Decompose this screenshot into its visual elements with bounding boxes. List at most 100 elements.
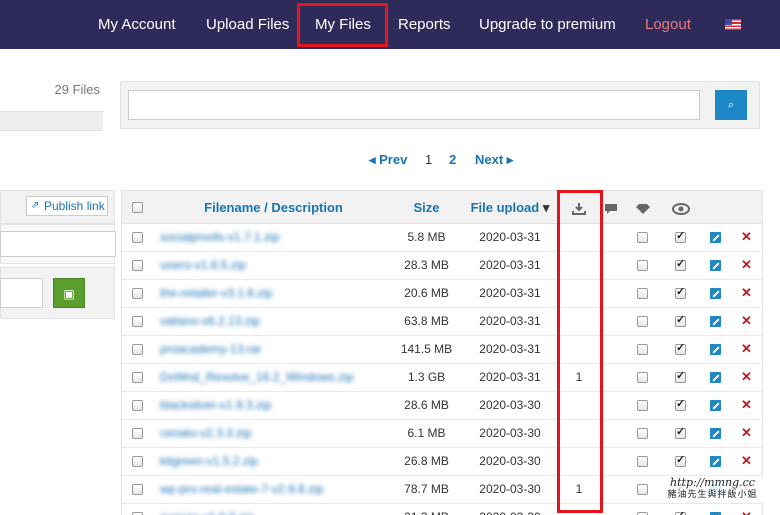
table-row: avanza-v1.0.0.zip 21.3 MB2020-03-30 ✕ xyxy=(122,504,762,515)
delete-icon[interactable]: ✕ xyxy=(741,509,752,515)
premium-checkbox[interactable] xyxy=(637,428,648,439)
premium-checkbox[interactable] xyxy=(637,260,648,271)
file-size: 78.7 MB xyxy=(404,482,449,496)
search-input[interactable] xyxy=(128,90,700,120)
row-select-checkbox[interactable] xyxy=(132,484,143,495)
file-name-link[interactable]: kitgreen-v1.5.2.zip xyxy=(160,448,258,475)
select-all-checkbox[interactable] xyxy=(132,202,143,213)
table-row: DxWnd_Resolve_16.2_Windows.zip 1.3 GB 2020… xyxy=(122,364,762,392)
file-size: 20.6 MB xyxy=(404,286,449,300)
premium-checkbox[interactable] xyxy=(637,344,648,355)
file-name-link[interactable]: wp-pro-real-estate-7-v2.9.8.zip xyxy=(160,476,323,503)
row-select-checkbox[interactable] xyxy=(132,260,143,271)
visible-checkbox[interactable] xyxy=(675,257,686,271)
row-select-checkbox[interactable] xyxy=(132,344,143,355)
size-header[interactable]: Size xyxy=(393,191,460,225)
row-select-checkbox[interactable] xyxy=(132,456,143,467)
file-size: 26.8 MB xyxy=(404,454,449,468)
visible-checkbox[interactable] xyxy=(675,229,686,243)
edit-icon[interactable] xyxy=(710,316,721,327)
delete-icon[interactable]: ✕ xyxy=(741,257,752,273)
edit-icon[interactable] xyxy=(710,232,721,243)
upload-date: 2020-03-30 xyxy=(479,398,541,412)
delete-icon[interactable]: ✕ xyxy=(741,397,752,413)
link-field[interactable] xyxy=(0,231,116,257)
nav-upload-files[interactable]: Upload Files xyxy=(206,0,289,49)
edit-icon[interactable] xyxy=(710,372,721,383)
file-count: 29 Files xyxy=(54,82,100,97)
upload-date: 2020-03-30 xyxy=(479,454,541,468)
upload-date: 2020-03-30 xyxy=(460,504,560,515)
row-select-checkbox[interactable] xyxy=(132,400,143,411)
premium-checkbox[interactable] xyxy=(637,372,648,383)
table-row: proacademy-13.rar 141.5 MB 2020-03-31 ✕ xyxy=(122,336,762,364)
edit-icon[interactable] xyxy=(710,456,721,467)
file-name-link[interactable]: blacksilver-v1.9.3.zip xyxy=(160,392,271,419)
file-name-link[interactable]: the-retailer-v3.1.6.zip xyxy=(160,280,273,307)
pagination-prev[interactable]: ◂ Prev xyxy=(369,152,407,168)
delete-icon[interactable]: ✕ xyxy=(741,425,752,441)
file-name-link[interactable]: socialproofs-v1.7.1.zip xyxy=(160,224,279,251)
us-flag-icon[interactable] xyxy=(725,19,741,30)
row-select-checkbox[interactable] xyxy=(132,316,143,327)
pagination-next[interactable]: Next ▸ xyxy=(475,152,513,168)
diamond-icon[interactable] xyxy=(624,191,662,225)
visible-checkbox[interactable] xyxy=(675,397,686,411)
delete-icon[interactable]: ✕ xyxy=(741,229,752,245)
eye-icon[interactable] xyxy=(662,191,700,225)
file-name-link[interactable]: proacademy-13.rar xyxy=(160,336,261,363)
nav-reports[interactable]: Reports xyxy=(398,0,451,49)
upload-date: 2020-03-31 xyxy=(479,314,541,328)
edit-icon[interactable] xyxy=(710,288,721,299)
my-files-highlight-box xyxy=(297,3,388,47)
watermark: http://mmng.cc 豬油先生與拌飯小姐 xyxy=(650,476,775,502)
visible-checkbox[interactable] xyxy=(675,313,686,327)
row-select-checkbox[interactable] xyxy=(132,288,143,299)
file-name-link[interactable]: unero-v1.8.5.zip xyxy=(160,252,246,279)
upload-date: 2020-03-31 xyxy=(479,342,541,356)
file-size: 6.1 MB xyxy=(407,426,446,440)
visible-checkbox[interactable] xyxy=(675,425,686,439)
premium-checkbox[interactable] xyxy=(637,456,648,467)
row-select-checkbox[interactable] xyxy=(132,232,143,243)
premium-checkbox[interactable] xyxy=(637,288,648,299)
edit-icon[interactable] xyxy=(710,400,721,411)
search-button[interactable]: ⌕ xyxy=(715,90,747,120)
delete-icon[interactable]: ✕ xyxy=(741,313,752,329)
file-name-link[interactable]: avanza-v1.0.0.zip xyxy=(160,504,254,515)
file-name-link[interactable]: cenato-v2.3.3.zip xyxy=(160,420,251,447)
premium-checkbox[interactable] xyxy=(637,316,648,327)
delete-icon[interactable]: ✕ xyxy=(741,369,752,385)
filename-header[interactable]: Filename / Description xyxy=(154,191,393,225)
file-name-link[interactable]: valiano-v6.2.13.zip xyxy=(160,308,260,335)
upload-header[interactable]: File upload ▾ xyxy=(460,191,560,225)
visible-checkbox[interactable] xyxy=(675,369,686,383)
premium-checkbox[interactable] xyxy=(637,232,648,243)
folder-name-input[interactable] xyxy=(0,278,43,308)
add-folder-button[interactable]: ▣ xyxy=(53,278,85,308)
row-select-checkbox[interactable] xyxy=(132,428,143,439)
edit-icon[interactable] xyxy=(710,260,721,271)
premium-checkbox[interactable] xyxy=(637,400,648,411)
publish-link-button[interactable]: ⇗ Publish link xyxy=(26,196,108,216)
delete-icon[interactable]: ✕ xyxy=(741,453,752,469)
visible-checkbox[interactable] xyxy=(675,285,686,299)
table-row: blacksilver-v1.9.3.zip 28.6 MB 2020-03-30 ✕ xyxy=(122,392,762,420)
delete-icon[interactable]: ✕ xyxy=(741,341,752,357)
nav-my-account[interactable]: My Account xyxy=(98,0,176,49)
nav-logout[interactable]: Logout xyxy=(645,0,691,49)
edit-icon[interactable] xyxy=(710,344,721,355)
delete-icon[interactable]: ✕ xyxy=(741,285,752,301)
edit-icon[interactable] xyxy=(710,428,721,439)
nav-upgrade-premium[interactable]: Upgrade to premium xyxy=(479,0,616,49)
file-name-link[interactable]: DxWnd_Resolve_16.2_Windows.zip xyxy=(160,364,353,391)
upload-date: 2020-03-30 xyxy=(479,426,541,440)
file-size: 21.3 MB xyxy=(393,504,460,515)
row-select-checkbox[interactable] xyxy=(132,372,143,383)
visible-checkbox[interactable] xyxy=(675,341,686,355)
premium-checkbox[interactable] xyxy=(637,484,648,495)
pagination-page-2[interactable]: 2 xyxy=(449,152,456,167)
watermark-line2: 豬油先生與拌飯小姐 xyxy=(667,490,758,500)
visible-checkbox[interactable] xyxy=(675,453,686,467)
pagination-page-1[interactable]: 1 xyxy=(425,152,432,167)
